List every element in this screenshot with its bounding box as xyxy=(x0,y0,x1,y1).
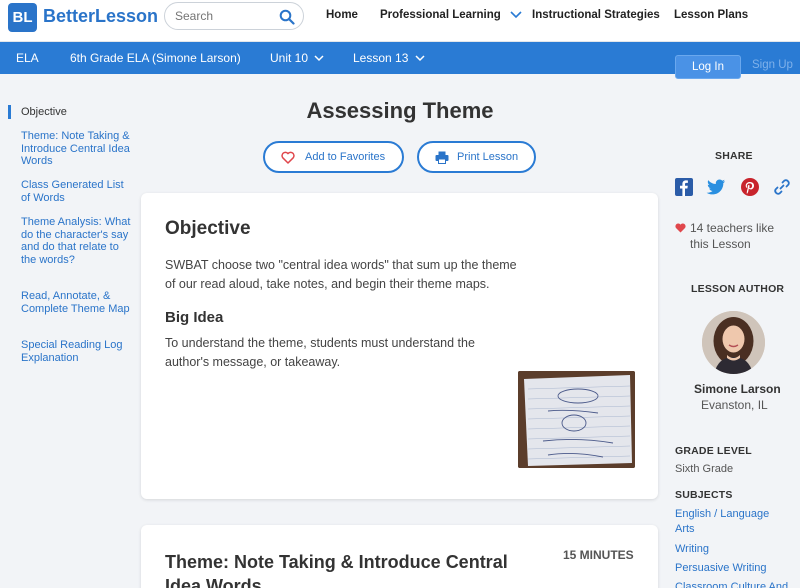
heart-icon xyxy=(675,223,686,233)
breadcrumb-lesson[interactable]: Lesson 13 xyxy=(353,51,425,65)
signup-link[interactable]: Sign Up xyxy=(752,59,793,71)
big-idea-text: To understand the theme, students must u… xyxy=(165,336,475,369)
link-icon[interactable] xyxy=(772,177,792,197)
section-duration: 15 MINUTES xyxy=(563,548,634,562)
add-to-favorites-label: Add to Favorites xyxy=(305,151,386,163)
nav-home[interactable]: Home xyxy=(326,9,358,21)
sidebar-item-reading-log[interactable]: Special Reading Log Explanation xyxy=(21,339,131,364)
nav-lesson-plans[interactable]: Lesson Plans xyxy=(674,9,748,21)
sidebar-item-read-annotate[interactable]: Read, Annotate, & Complete Theme Map xyxy=(21,290,131,315)
page-title: Assessing Theme xyxy=(306,98,494,123)
breadcrumb-unit-label: Unit 10 xyxy=(270,51,309,65)
search-icon[interactable] xyxy=(279,9,295,25)
twitter-icon[interactable] xyxy=(706,177,726,197)
subject-link[interactable]: English / Language Arts xyxy=(675,507,785,537)
notebook-photo-icon xyxy=(518,371,635,468)
active-section-indicator xyxy=(8,105,11,119)
sidebar-item-theme-analysis[interactable]: Theme Analysis: What do the character's … xyxy=(21,216,131,266)
author-avatar[interactable] xyxy=(702,311,765,374)
chevron-down-icon xyxy=(415,55,425,62)
objective-card: Objective SWBAT choose two "central idea… xyxy=(141,193,658,499)
search-box[interactable] xyxy=(164,2,304,30)
likes-count: 14 teachers like this Lesson xyxy=(690,221,775,251)
search-input[interactable] xyxy=(175,9,275,23)
breadcrumb-lesson-label: Lesson 13 xyxy=(353,51,409,65)
login-button[interactable]: Log In xyxy=(675,55,741,79)
logo-text[interactable]: BetterLesson xyxy=(43,6,158,27)
pinterest-icon[interactable] xyxy=(740,177,760,197)
lesson-thumbnail-image[interactable] xyxy=(518,371,635,468)
objective-heading: Objective xyxy=(165,218,251,239)
heart-outline-icon xyxy=(281,151,295,164)
chevron-down-icon xyxy=(314,55,324,62)
breadcrumb-unit[interactable]: Unit 10 xyxy=(270,51,324,65)
section-heading: Theme: Note Taking & Introduce Central I… xyxy=(165,552,508,588)
lesson-author-label: LESSON AUTHOR xyxy=(691,283,785,295)
author-photo-icon xyxy=(702,311,765,374)
logo-mark[interactable]: BL xyxy=(8,3,37,32)
facebook-icon[interactable] xyxy=(674,177,694,197)
sidebar-item-note-taking[interactable]: Theme: Note Taking & Introduce Central I… xyxy=(21,130,131,168)
share-label: SHARE xyxy=(715,150,753,162)
printer-icon xyxy=(435,151,449,164)
breadcrumb-course[interactable]: 6th Grade ELA (Simone Larson) xyxy=(70,51,241,65)
author-location: Evanston, IL xyxy=(701,398,768,412)
print-lesson-button[interactable]: Print Lesson xyxy=(417,141,536,173)
sidebar-item-class-list[interactable]: Class Generated List of Words xyxy=(21,179,131,204)
subject-link[interactable]: Persuasive Writing xyxy=(675,561,767,576)
nav-instructional-strategies[interactable]: Instructional Strategies xyxy=(532,9,660,21)
grade-level-label: GRADE LEVEL xyxy=(675,445,752,457)
nav-professional-learning-label: Professional Learning xyxy=(380,9,501,21)
objective-text: SWBAT choose two "central idea words" th… xyxy=(165,258,517,291)
breadcrumb-subject[interactable]: ELA xyxy=(16,51,39,65)
subject-link[interactable]: Classroom Culture And xyxy=(675,580,788,588)
big-idea-heading: Big Idea xyxy=(165,309,224,326)
print-lesson-label: Print Lesson xyxy=(457,151,519,163)
author-name[interactable]: Simone Larson xyxy=(694,382,781,396)
subject-link[interactable]: Writing xyxy=(675,542,709,557)
grade-level-value: Sixth Grade xyxy=(675,463,734,475)
nav-professional-learning[interactable]: Professional Learning xyxy=(380,9,522,21)
sidebar-item-objective[interactable]: Objective xyxy=(21,106,131,119)
subjects-label: SUBJECTS xyxy=(675,489,733,501)
chevron-down-icon xyxy=(510,11,522,19)
add-to-favorites-button[interactable]: Add to Favorites xyxy=(263,141,404,173)
top-header: BL BetterLesson Home Professional Learni… xyxy=(0,0,800,42)
section-card-note-taking: Theme: Note Taking & Introduce Central I… xyxy=(141,525,658,588)
